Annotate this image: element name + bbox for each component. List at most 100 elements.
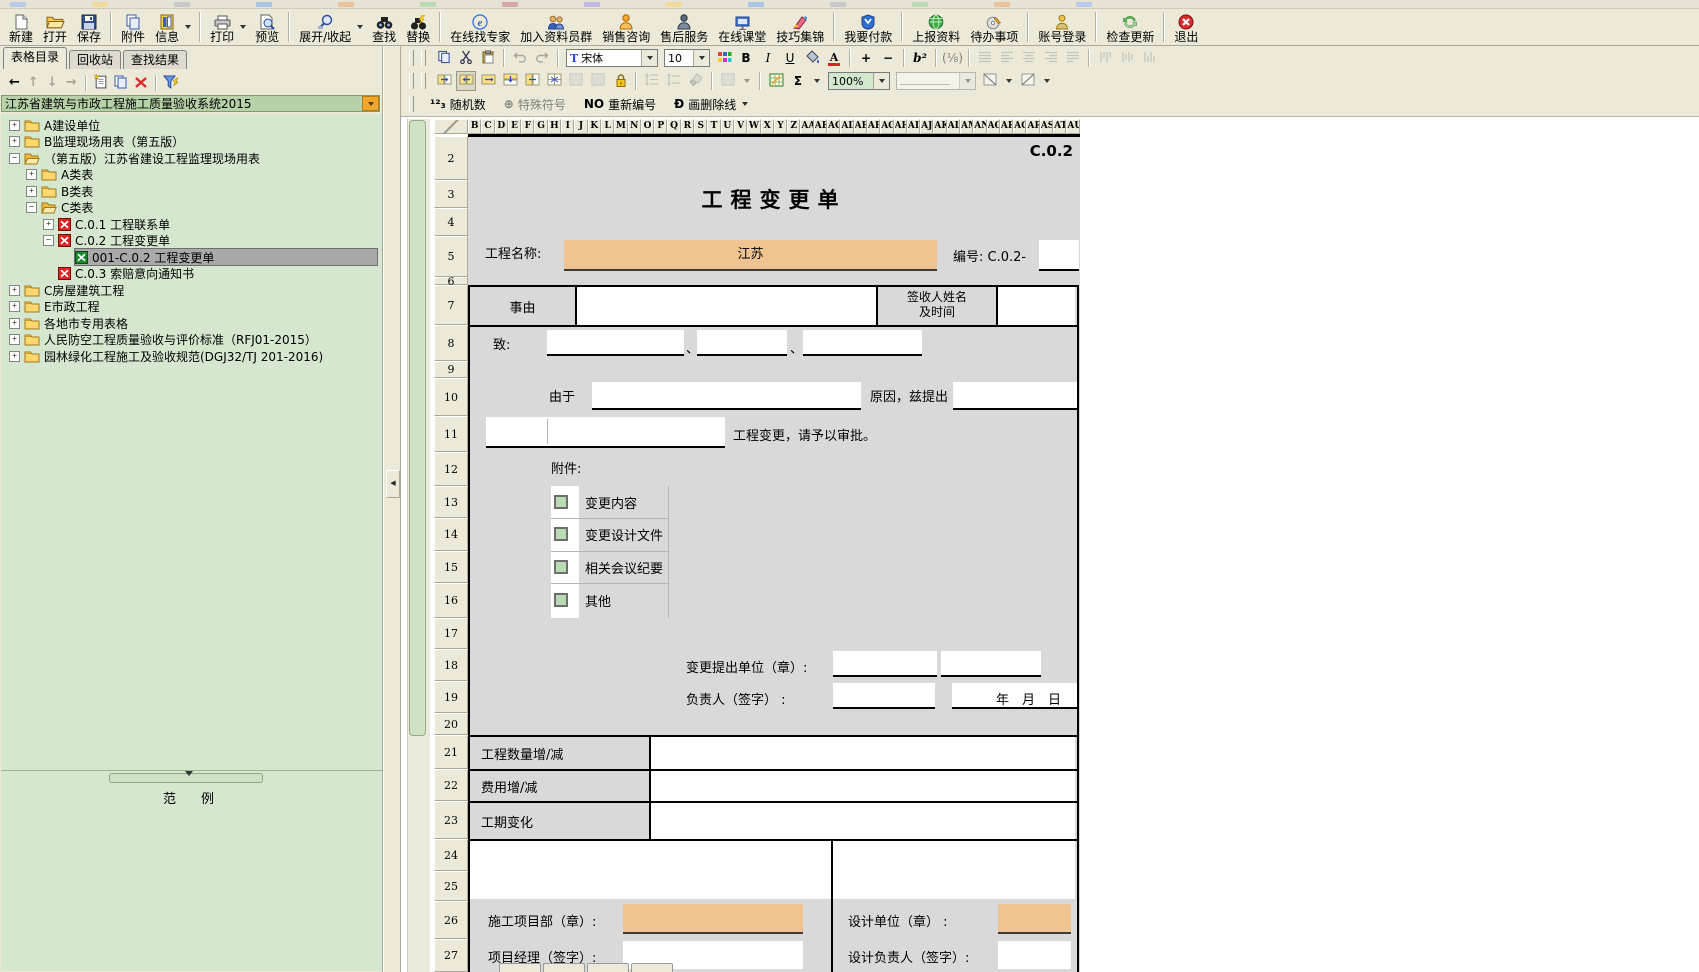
tool-button-2[interactable]: NO重新编号	[584, 96, 656, 113]
column-header-J[interactable]: J	[574, 119, 587, 134]
column-header-AF[interactable]: AF	[867, 119, 880, 134]
design-lead-sign-cell[interactable]	[998, 941, 1071, 969]
column-header-N[interactable]: N	[628, 119, 641, 134]
format-button-undo[interactable]	[510, 48, 530, 68]
system-title-bar[interactable]: 江苏省建筑与市政工程施工质量验收系统2015	[1, 95, 380, 112]
column-header-AB[interactable]: AB	[814, 119, 827, 134]
format-button-rowsp2[interactable]	[664, 71, 684, 91]
expander-icon[interactable]: +	[9, 334, 20, 345]
format-button-diag2[interactable]	[1018, 71, 1038, 91]
column-header-AA[interactable]: AA	[800, 119, 813, 134]
toolbar-button-exit[interactable]: 退出	[1169, 9, 1203, 45]
format-button-merge1[interactable]	[434, 71, 454, 91]
format-button-+[interactable]: +	[856, 48, 876, 68]
tab-search-results[interactable]: 查找结果	[123, 50, 187, 69]
toolbar-button-ie[interactable]: e在线找专家	[445, 9, 515, 45]
format-button-paste[interactable]	[478, 48, 498, 68]
combo-zoom[interactable]: 100%	[828, 72, 890, 90]
expander-icon[interactable]: +	[9, 301, 20, 312]
format-button-pattern[interactable]	[588, 71, 608, 91]
format-button-fillbucket[interactable]	[802, 48, 822, 68]
row-header-14[interactable]: 14	[434, 518, 468, 551]
to-input-cell-1[interactable]	[547, 330, 684, 356]
matter-input-cell[interactable]	[577, 287, 876, 325]
tree-item-0[interactable]: +A建设单位	[1, 117, 382, 133]
column-header-I[interactable]: I	[561, 119, 574, 134]
tree-item-9[interactable]: C.0.3 索赔意向通知书	[1, 266, 382, 282]
change-input-cell[interactable]	[486, 417, 725, 448]
to-input-cell-2[interactable]	[697, 330, 787, 356]
toolbar-button-group[interactable]: 加入资料员群	[515, 9, 597, 45]
expander-icon[interactable]: +	[43, 219, 54, 230]
format-button-palette[interactable]	[714, 48, 734, 68]
sheet-tab[interactable]	[543, 963, 585, 972]
format-button-b[interactable]: B	[736, 48, 756, 68]
tab-table-directory[interactable]: 表格目录	[3, 47, 67, 69]
format-button-cut[interactable]	[456, 48, 476, 68]
format-button-grid-green[interactable]	[766, 71, 786, 91]
expander-icon[interactable]: −	[26, 202, 37, 213]
format-button-merge6[interactable]	[544, 71, 564, 91]
toolbar-button-classroom[interactable]: 在线课堂	[713, 9, 771, 45]
format-button-merge4[interactable]	[500, 71, 520, 91]
attachment-checkbox-2[interactable]	[554, 560, 568, 574]
to-input-cell-3[interactable]	[803, 330, 922, 356]
column-header-AN[interactable]: AN	[973, 119, 986, 134]
row-header-25[interactable]: 25	[434, 871, 468, 901]
toolbar-button-login[interactable]: 账号登录	[1033, 9, 1091, 45]
expander-icon[interactable]: −	[43, 235, 54, 246]
format-button-rowsp1[interactable]	[642, 71, 662, 91]
dropdown-caret-icon[interactable]	[357, 25, 363, 29]
row-header-20[interactable]: 20	[434, 713, 468, 735]
propose-unit-cell-2[interactable]	[941, 651, 1041, 677]
attachment-checkbox-0[interactable]	[554, 495, 568, 509]
row-header-13[interactable]: 13	[434, 486, 468, 518]
toolbar-button-replace[interactable]: 替换	[401, 9, 435, 45]
column-header-R[interactable]: R	[681, 119, 694, 134]
column-header-S[interactable]: S	[694, 119, 707, 134]
column-header-W[interactable]: W	[747, 119, 760, 134]
dropdown-caret-icon[interactable]	[744, 79, 750, 83]
sheet-corner-cell[interactable]	[434, 119, 468, 134]
row-header-19[interactable]: 19	[434, 681, 468, 713]
tree-item-7[interactable]: −C.0.2 工程变更单	[1, 233, 382, 249]
principal-sign-cell[interactable]	[833, 683, 935, 709]
toolbar-button-find[interactable]: 查找	[367, 9, 401, 45]
expander-icon[interactable]: +	[9, 136, 20, 147]
format-button-σ[interactable]: Σ	[788, 71, 808, 91]
format-button-vtext1[interactable]	[1095, 48, 1115, 68]
arrow-up-icon[interactable]: ↑	[28, 74, 39, 92]
toolbar-button-pay[interactable]: 我要付款	[839, 9, 897, 45]
toolbar-button-attach[interactable]: 附件	[116, 9, 150, 45]
row-header-8[interactable]: 8	[434, 325, 468, 361]
column-header-AD[interactable]: AD	[840, 119, 853, 134]
format-button-−[interactable]: −	[878, 48, 898, 68]
combo-size[interactable]: 10	[664, 49, 710, 67]
arrow-left-icon[interactable]: ←	[9, 74, 20, 92]
dropdown-button[interactable]	[641, 50, 657, 66]
tree-item-2[interactable]: −（第五版）江苏省建设工程监理现场用表	[1, 150, 382, 166]
tree-item-10[interactable]: +C房屋建筑工程	[1, 282, 382, 298]
sidebar-button-new-node[interactable]	[91, 74, 111, 92]
sidebar-button-copy-node[interactable]	[111, 74, 131, 92]
expander-icon[interactable]: +	[9, 120, 20, 131]
reason-input-cell[interactable]	[592, 382, 861, 410]
format-button-diag1[interactable]	[980, 71, 1000, 91]
row-header-3[interactable]: 3	[434, 180, 468, 208]
arrow-right-icon[interactable]: →	[66, 74, 77, 92]
column-header-Y[interactable]: Y	[774, 119, 787, 134]
column-header-AT[interactable]: AT	[1053, 119, 1066, 134]
column-header-AK[interactable]: AK	[933, 119, 946, 134]
column-header-AO[interactable]: AO	[987, 119, 1000, 134]
arrow-down-icon[interactable]: ↓	[47, 74, 58, 92]
toolbar-button-tips[interactable]: 技巧集锦	[771, 9, 829, 45]
cause-input-cell[interactable]	[953, 382, 1077, 410]
column-header-AH[interactable]: AH	[894, 119, 907, 134]
column-header-C[interactable]: C	[481, 119, 494, 134]
format-button-lock[interactable]	[610, 71, 630, 91]
dropdown-button[interactable]	[693, 50, 709, 66]
format-button-merge3[interactable]	[478, 71, 498, 91]
column-header-AG[interactable]: AG	[880, 119, 893, 134]
row-header-21[interactable]: 21	[434, 735, 468, 769]
column-header-L[interactable]: L	[601, 119, 614, 134]
